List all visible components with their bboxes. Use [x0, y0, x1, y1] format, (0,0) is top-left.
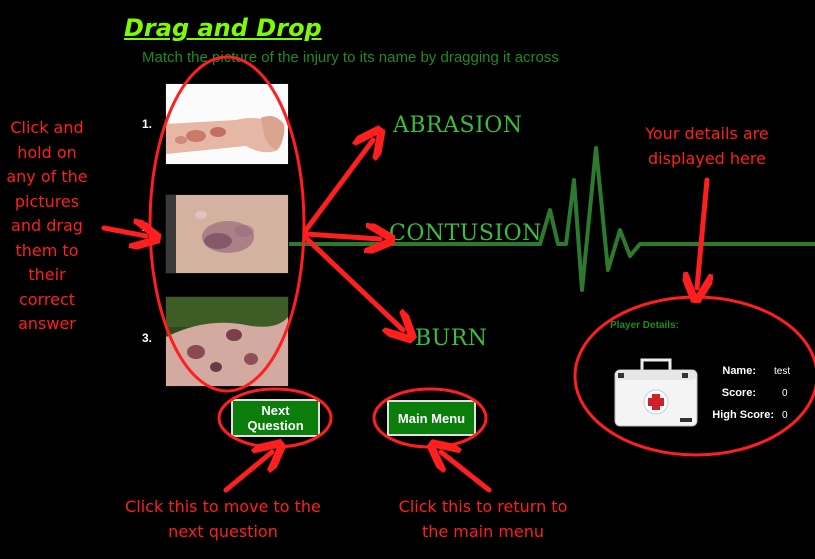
- annotation-drag-instructions: Click and hold on any of the pictures an…: [6, 118, 88, 333]
- annotation-details: Your details are displayed here: [645, 124, 769, 168]
- annotation-main-menu: Click this to return to the main menu: [398, 497, 568, 541]
- annotation-overlay: [101, 55, 815, 493]
- annotation-next-question: Click this to move to the next question: [125, 497, 321, 541]
